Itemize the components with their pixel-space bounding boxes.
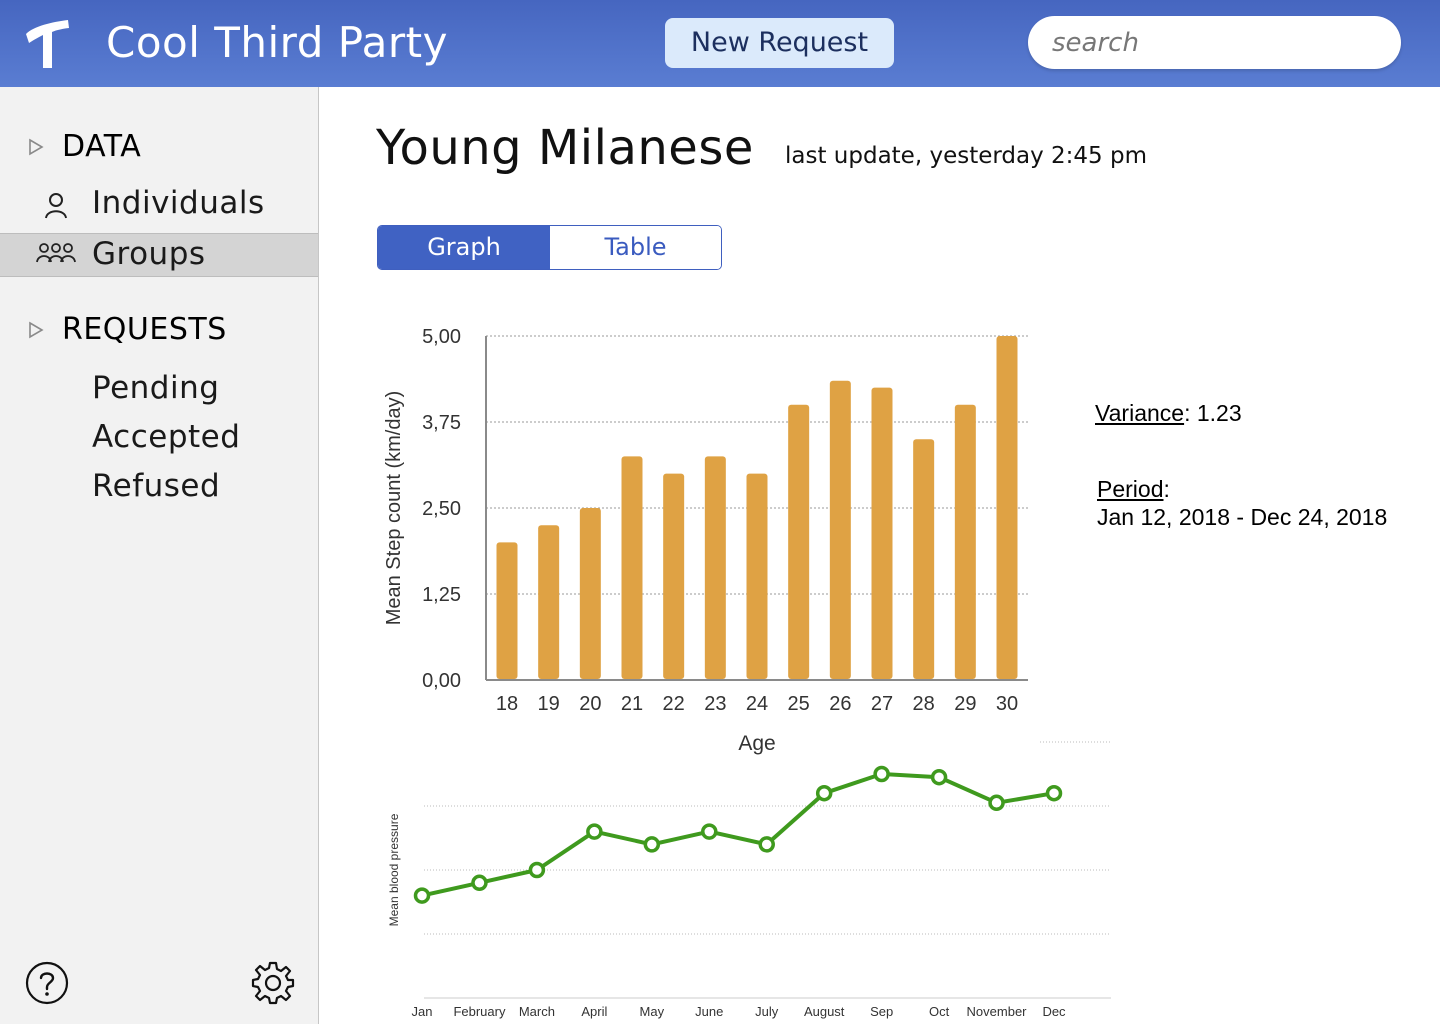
period-stat: Period: — [1097, 476, 1170, 503]
line-chart-series — [421, 772, 1055, 898]
line-chart-x-tick: May — [640, 1004, 665, 1019]
line-chart-point — [701, 823, 718, 840]
period-colon: : — [1163, 476, 1170, 502]
line-chart-point — [988, 794, 1005, 812]
line-chart-point — [413, 887, 431, 904]
bar-chart-y-tick: 3,75 — [422, 412, 461, 434]
line-chart-point — [528, 861, 546, 879]
line-chart-point — [930, 768, 948, 786]
bar-chart-bar — [996, 336, 1018, 679]
bar-chart-x-tick: 18 — [496, 693, 518, 715]
bar-chart-bar — [913, 439, 935, 679]
line-chart-x-tick: Jan — [412, 1004, 433, 1019]
bar-chart-x-tick: 23 — [704, 693, 726, 715]
period-value: Jan 12, 2018 - Dec 24, 2018 — [1097, 504, 1388, 530]
line-chart-point — [758, 836, 775, 853]
bar-chart-x-tick: 29 — [954, 693, 976, 715]
line-chart-x-tick: Oct — [929, 1004, 950, 1019]
bar-chart-x-tick: 19 — [538, 693, 560, 715]
line-chart-x-tick: February — [453, 1004, 506, 1019]
bar-chart-bar — [788, 404, 810, 679]
bar-chart-x-label: Age — [738, 732, 775, 755]
bar-chart-x-tick: 22 — [663, 693, 685, 715]
line-chart-point — [586, 823, 603, 840]
bar-chart-y-label: Mean Step count (km/day) — [383, 391, 405, 626]
bar-chart-x-tick: 26 — [829, 693, 851, 715]
line-chart-x-tick: August — [804, 1004, 845, 1019]
variance-value: : 1.23 — [1184, 400, 1242, 426]
bar-chart-bar — [579, 508, 601, 679]
line-chart-x-tick: Sep — [870, 1004, 893, 1019]
bar-chart-bar — [538, 525, 560, 679]
bar-chart-x-tick: 24 — [746, 693, 768, 715]
bar-chart-bar — [704, 456, 726, 679]
bar-chart-x-tick: 28 — [913, 693, 935, 715]
line-chart-point — [873, 765, 890, 783]
line-chart-x-tick: July — [755, 1004, 779, 1019]
bar-chart-bar — [829, 380, 851, 679]
bar-chart-x-tick: 21 — [621, 693, 643, 715]
bar-chart-bar — [496, 542, 518, 679]
line-chart-x-tick: Dec — [1042, 1004, 1066, 1019]
bar-chart-x-tick: 30 — [996, 693, 1018, 715]
line-chart-point — [471, 874, 488, 892]
bar-chart-bar — [871, 387, 893, 679]
bar-chart-x-tick: 27 — [871, 693, 893, 715]
bar-chart-bar — [663, 473, 685, 679]
period-label: Period — [1097, 476, 1164, 502]
line-chart-point — [1045, 784, 1063, 802]
bar-chart-bar — [746, 473, 768, 679]
bar-chart-x-tick: 20 — [579, 693, 601, 715]
line-chart-x-tick: April — [581, 1004, 607, 1019]
line-chart-x-tick: June — [695, 1004, 723, 1019]
line-chart-point — [815, 784, 833, 802]
bar-chart-x-tick: 25 — [788, 693, 810, 715]
bar-chart-bar — [954, 404, 976, 679]
bar-chart-y-tick: 2,50 — [422, 498, 461, 520]
bar-chart-y-tick: 0,00 — [422, 670, 461, 692]
line-chart-x-tick: March — [519, 1004, 555, 1019]
line-chart-point — [643, 836, 661, 853]
bar-chart-y-tick: 1,25 — [422, 584, 461, 606]
bar-chart-bar — [621, 456, 643, 679]
line-chart-x-tick: November — [967, 1004, 1028, 1019]
variance-label: Variance — [1095, 400, 1185, 426]
line-chart-y-label: Mean blood pressure — [387, 813, 401, 926]
variance-stat: Variance: 1.23 — [1095, 400, 1242, 427]
bar-chart-y-tick: 5,00 — [422, 326, 461, 348]
